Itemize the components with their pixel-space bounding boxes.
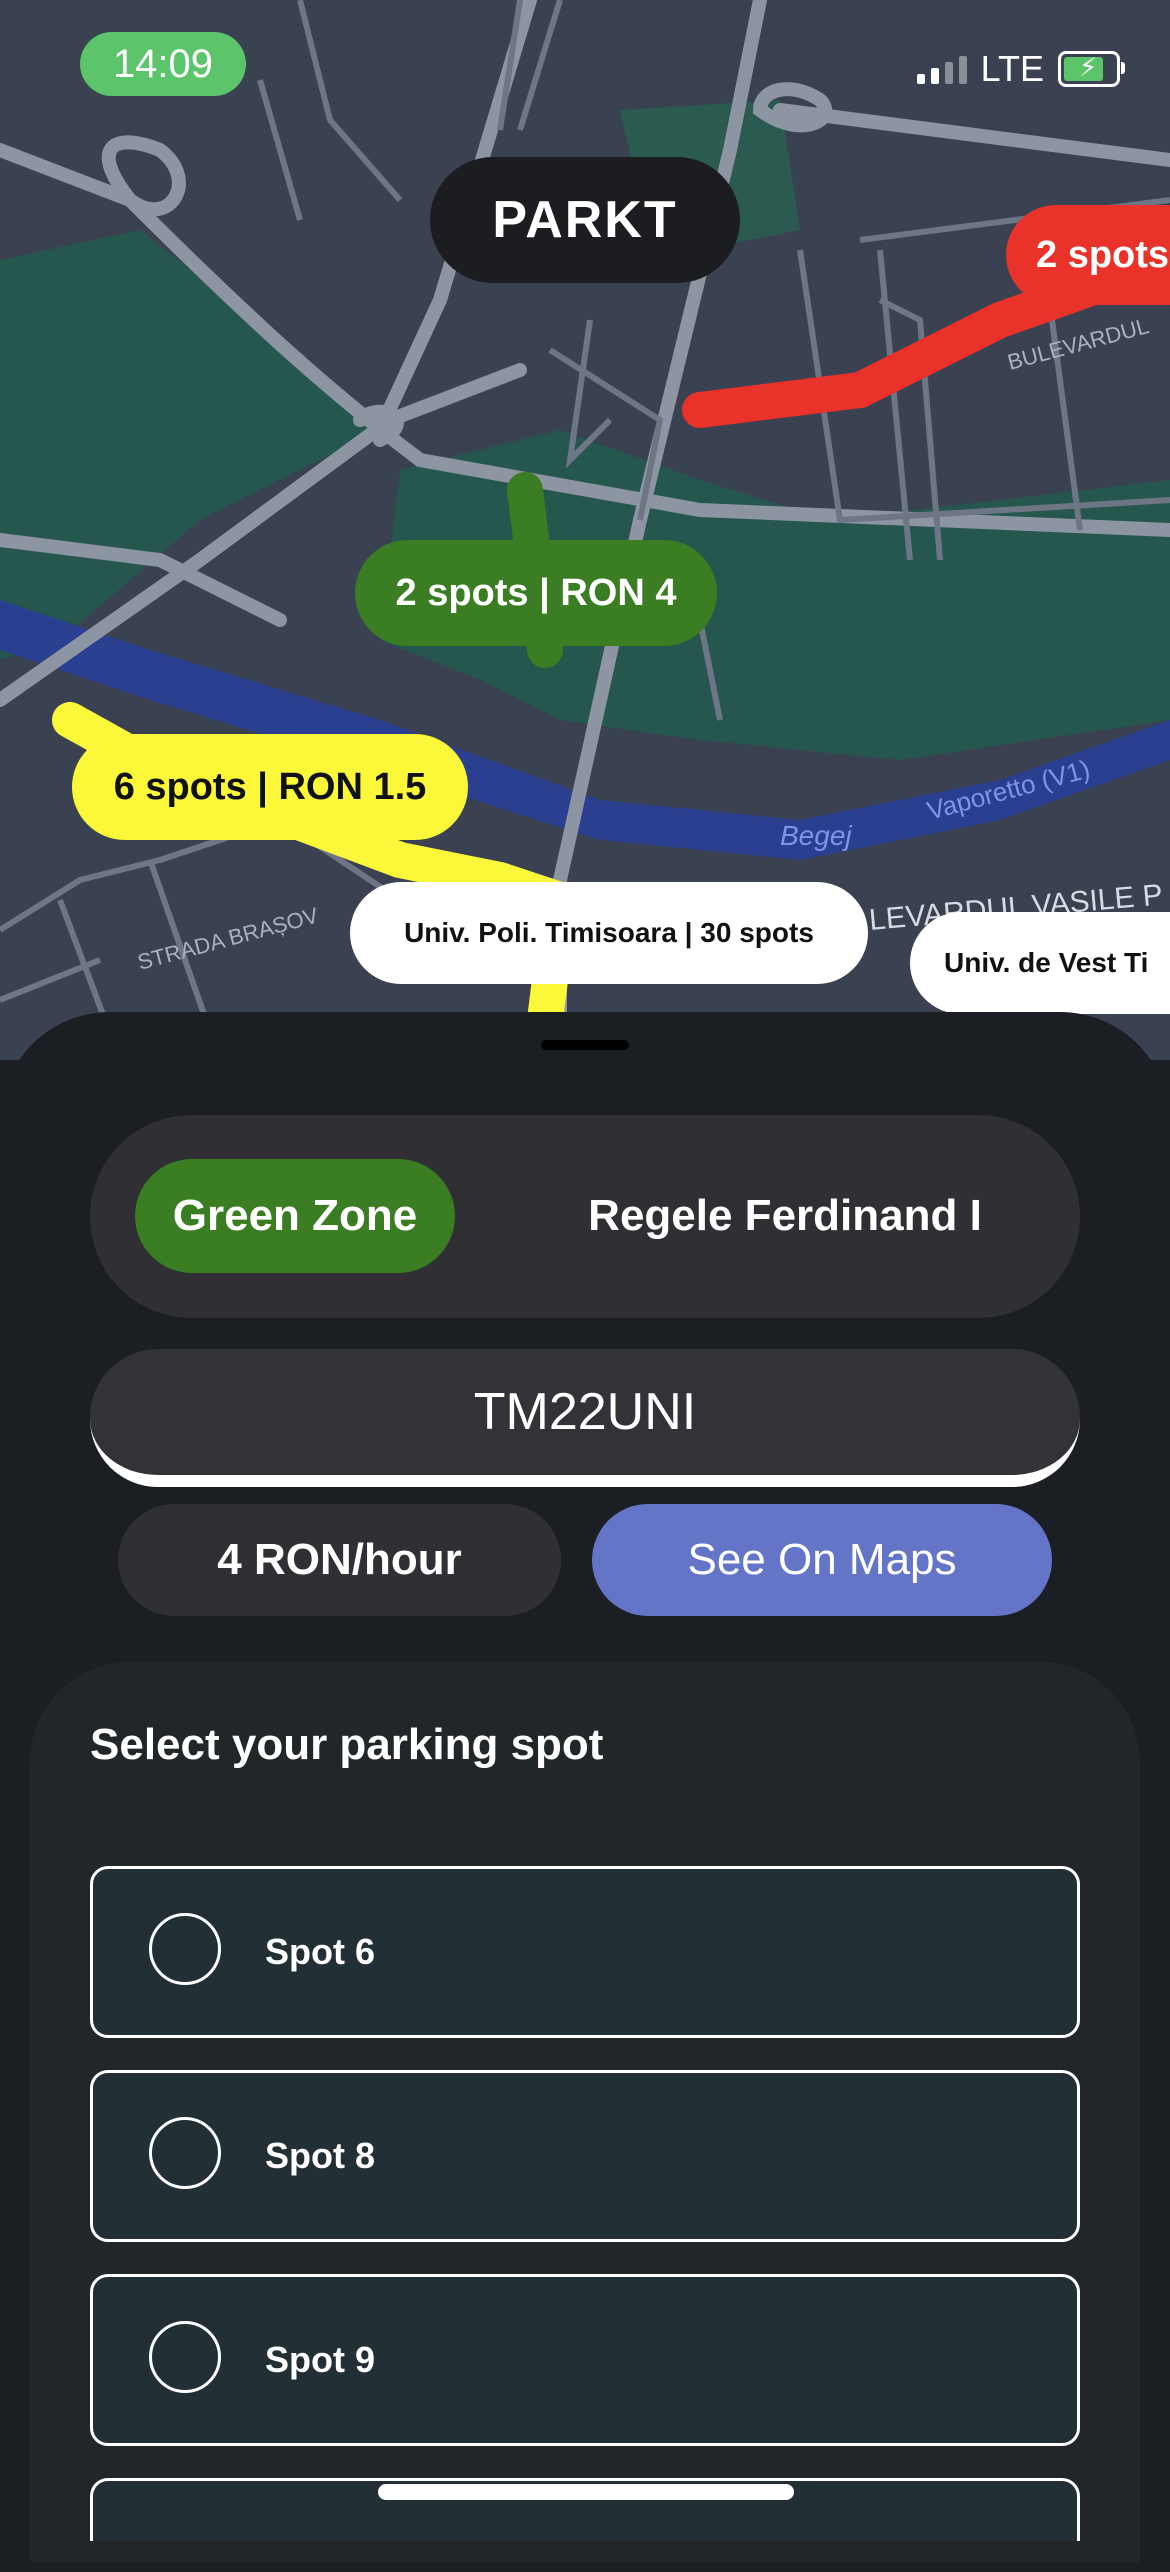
map-marker-red[interactable]: 2 spots — [1006, 205, 1170, 305]
home-indicator[interactable] — [378, 2484, 794, 2500]
street-label-begej: Begej — [780, 820, 852, 851]
app-brand: PARKT — [430, 157, 740, 283]
spot-label: Spot 6 — [265, 1931, 376, 1972]
hourly-rate: 4 RON/hour — [118, 1504, 561, 1616]
zone-regele-ferdinand-button[interactable]: Regele Ferdinand I — [510, 1159, 1060, 1273]
map-marker-univ-poli[interactable]: Univ. Poli. Timisoara | 30 spots — [350, 882, 868, 984]
signal-icon — [916, 54, 967, 84]
sheet-grabber[interactable] — [541, 1040, 629, 1050]
spot-label: Spot 9 — [265, 2339, 376, 2380]
map-marker-univ-vest[interactable]: Univ. de Vest Ti — [910, 912, 1170, 1014]
status-time: 14:09 — [80, 32, 246, 96]
parking-spot-title: Select your parking spot — [90, 1720, 604, 1769]
map-marker-yellow[interactable]: 6 spots | RON 1.5 — [72, 734, 468, 840]
map-view[interactable]: BULEVARDUL Vaporetto (V1) Begej STRADA B… — [0, 0, 1170, 1060]
spot-option-9[interactable]: Spot 9 — [90, 2274, 1080, 2446]
license-plate-field[interactable]: TM22UNI — [90, 1349, 1080, 1487]
see-on-maps-button[interactable]: See On Maps — [592, 1504, 1052, 1616]
network-label: LTE — [980, 48, 1044, 89]
spot-label: Spot 8 — [265, 2135, 376, 2176]
spot-option-8[interactable]: Spot 8 — [90, 2070, 1080, 2242]
status-indicators: LTE ⚡ — [916, 48, 1125, 90]
zone-toggle: Green Zone Regele Ferdinand I — [90, 1115, 1080, 1318]
radio-icon[interactable] — [149, 2321, 221, 2393]
radio-icon[interactable] — [149, 2117, 221, 2189]
battery-charging-icon: ⚡ — [1058, 51, 1125, 87]
map-marker-green[interactable]: 2 spots | RON 4 — [355, 540, 717, 646]
spot-option-6[interactable]: Spot 6 — [90, 1866, 1080, 2038]
radio-icon[interactable] — [149, 1913, 221, 1985]
zone-green-button[interactable]: Green Zone — [135, 1159, 455, 1273]
